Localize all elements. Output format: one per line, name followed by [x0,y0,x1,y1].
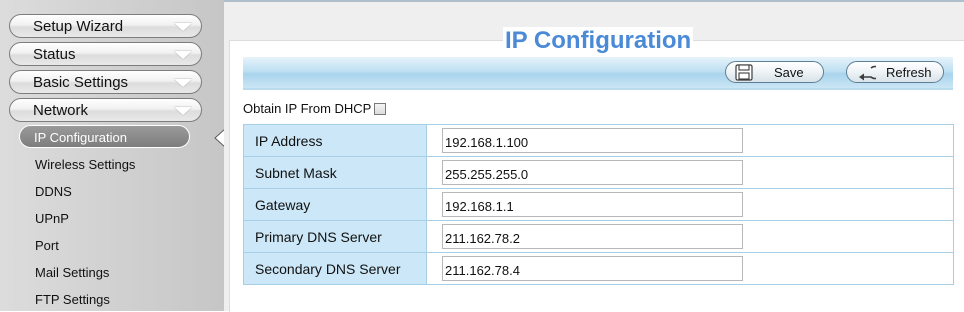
refresh-button[interactable]: Refresh [846,61,944,83]
primary-dns-input[interactable] [442,224,743,249]
sidebar-item-mail-settings[interactable]: Mail Settings [35,265,109,280]
page-title: IP Configuration [503,27,694,55]
ip-config-table: IP Address Subnet Mask Gateway Primary D… [243,124,954,285]
table-row: Gateway [243,188,954,221]
dhcp-label: Obtain IP From DHCP [243,101,372,116]
chevron-down-icon [174,23,192,31]
toolbar: Save Refresh [243,57,953,90]
table-row: Subnet Mask [243,156,954,189]
refresh-label: Refresh [886,65,932,80]
menu-setup-wizard[interactable]: Setup Wizard [9,14,202,38]
menu-status[interactable]: Status [9,42,202,66]
chevron-down-icon [174,107,192,115]
table-row: IP Address [243,124,954,157]
save-button[interactable]: Save [725,61,824,83]
subnet-mask-input[interactable] [442,160,743,185]
field-label: Subnet Mask [243,156,427,189]
sidebar-item-ip-configuration[interactable]: IP Configuration [19,125,190,148]
field-label: Primary DNS Server [243,220,427,253]
gateway-input[interactable] [442,192,743,217]
save-icon [735,64,753,81]
menu-label: Status [33,46,76,63]
sidebar-item-upnp[interactable]: UPnP [35,211,69,226]
sidebar-item-ddns[interactable]: DDNS [35,184,72,199]
sidebar-item-label: IP Configuration [34,130,127,145]
secondary-dns-input[interactable] [442,256,743,281]
table-row: Primary DNS Server [243,220,954,253]
save-label: Save [774,65,804,80]
sidebar: Setup Wizard Status Basic Settings Netwo… [0,0,224,311]
table-row: Secondary DNS Server [243,252,954,285]
dhcp-checkbox[interactable] [374,103,387,115]
menu-label: Network [33,102,89,119]
ip-address-input[interactable] [442,128,743,153]
chevron-down-icon [174,79,192,87]
sidebar-item-wireless-settings[interactable]: Wireless Settings [35,157,135,172]
menu-network[interactable]: Network [9,98,202,122]
field-label: Secondary DNS Server [243,252,427,285]
refresh-icon [859,65,876,81]
sidebar-item-ftp-settings[interactable]: FTP Settings [35,292,110,307]
menu-label: Basic Settings [33,74,129,91]
field-label: Gateway [243,188,427,221]
chevron-down-icon [174,51,192,59]
sidebar-item-port[interactable]: Port [35,238,59,253]
field-label: IP Address [243,124,427,157]
dhcp-row: Obtain IP From DHCP [243,101,387,116]
menu-basic-settings[interactable]: Basic Settings [9,70,202,94]
menu-label: Setup Wizard [33,18,124,35]
top-divider [224,0,964,2]
